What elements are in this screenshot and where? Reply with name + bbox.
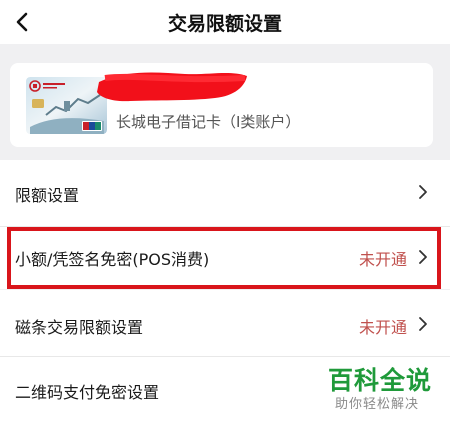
chevron-right-icon	[419, 317, 427, 331]
bank-card-summary[interactable]: 长城电子借记卡（I类账户）	[10, 63, 433, 147]
row-label: 二维码支付免密设置	[15, 383, 160, 402]
status-text: 未开通	[358, 318, 407, 337]
watermark-logo: 百科全说 助你轻松解决	[316, 360, 450, 421]
highlight-annotation	[7, 227, 441, 289]
magstripe-limit-row[interactable]: 磁条交易限额设置 未开通	[0, 290, 450, 356]
navigation-bar: 交易限额设置	[0, 0, 450, 44]
card-section: 长城电子借记卡（I类账户）	[0, 44, 450, 160]
card-name: 长城电子借记卡（I类账户）	[116, 113, 301, 131]
limit-settings-row[interactable]: 限额设置	[0, 160, 450, 227]
chevron-right-icon	[419, 185, 427, 199]
page-title: 交易限额设置	[167, 13, 282, 35]
row-label: 限额设置	[15, 186, 80, 205]
watermark-main-text: 百科全说	[328, 366, 433, 395]
row-label: 磁条交易限额设置	[15, 318, 144, 337]
watermark-sub-text: 助你轻松解决	[335, 397, 420, 412]
redaction-mark	[97, 72, 247, 102]
